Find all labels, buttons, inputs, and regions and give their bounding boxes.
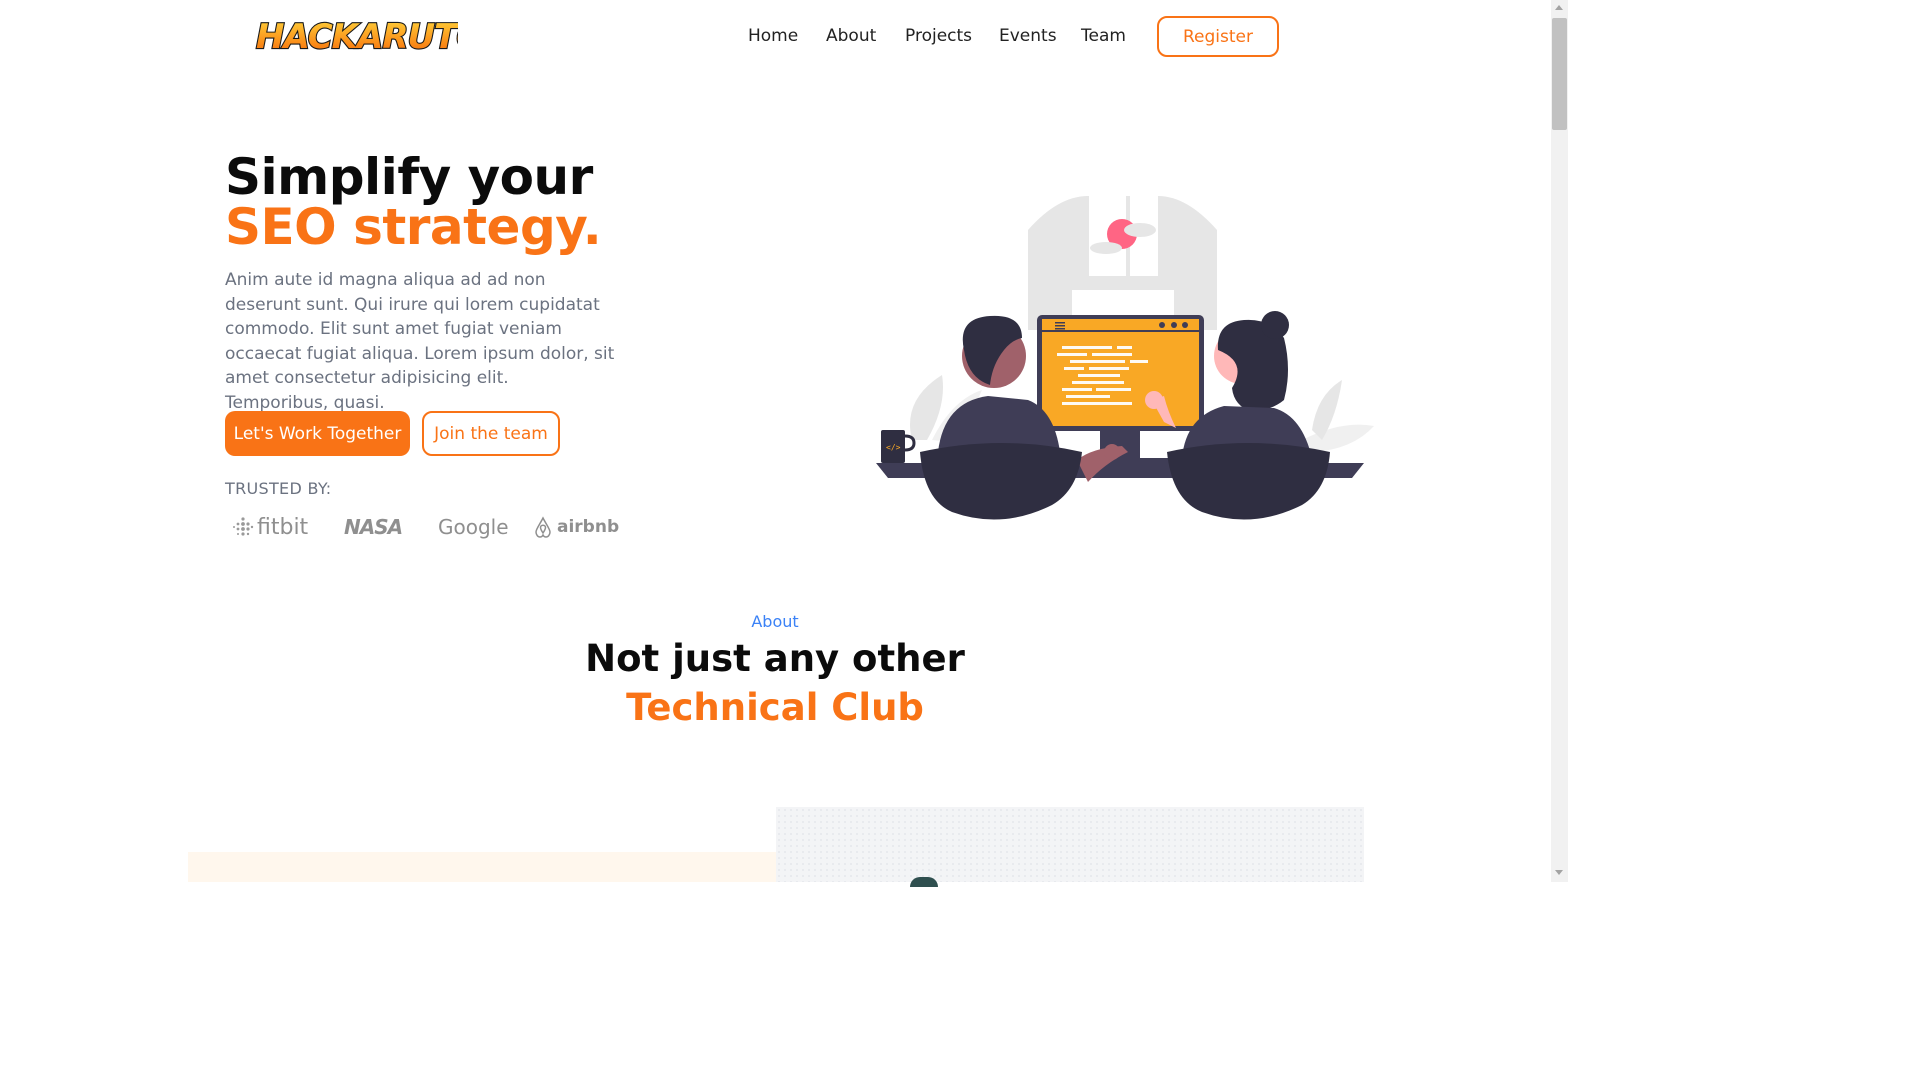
hero-title-line1: Simplify your [225,148,593,206]
nav-team[interactable]: Team [1081,24,1126,48]
about-panel-left [188,852,776,882]
page-scrollbar[interactable] [1551,0,1568,882]
scroll-up-arrow-icon[interactable] [1555,5,1563,10]
scrollbar-thumb[interactable] [1552,18,1567,130]
fitbit-text: fitbit [257,514,309,540]
about-kicker: About [751,612,799,631]
nav-projects[interactable]: Projects [905,24,972,48]
nav-events[interactable]: Events [999,24,1057,48]
hero-illustration: </> [872,190,1377,526]
airbnb-logo: airbnb [532,512,619,542]
about-image-panel [776,807,1364,887]
about-title-line2: Technical Club [626,686,924,729]
register-button[interactable]: Register [1157,16,1279,57]
airbnb-icon [535,516,551,538]
work-together-button[interactable]: Let's Work Together [225,411,410,456]
hackaruto-logo[interactable]: HACKARUTO [254,12,487,58]
scroll-down-arrow-icon[interactable] [1555,870,1563,875]
logo-text: HACKARUTO [256,17,458,57]
nasa-logo: NASA [344,515,403,539]
join-team-button[interactable]: Join the team [422,411,560,456]
hero-description: Anim aute id magna aliqua ad ad non dese… [225,270,615,413]
airbnb-text: airbnb [557,517,620,537]
trusted-by-label: TRUSTED BY: [225,479,332,498]
about-image-partial [910,877,938,887]
svg-text:</>: </> [886,443,901,452]
google-logo: Google [438,515,509,539]
about-title: Not just any other Technical Club [0,634,1550,732]
about-title-line1: Not just any other [585,637,965,680]
nav-about[interactable]: About [826,24,876,48]
fitbit-dots-icon [233,517,254,536]
hero-title-line2: SEO strategy. [225,198,602,256]
fitbit-logo: fitbit [232,512,308,542]
window-illustration [1028,196,1217,330]
hero-title: Simplify your SEO strategy. [225,148,602,256]
nav-home[interactable]: Home [748,24,798,48]
